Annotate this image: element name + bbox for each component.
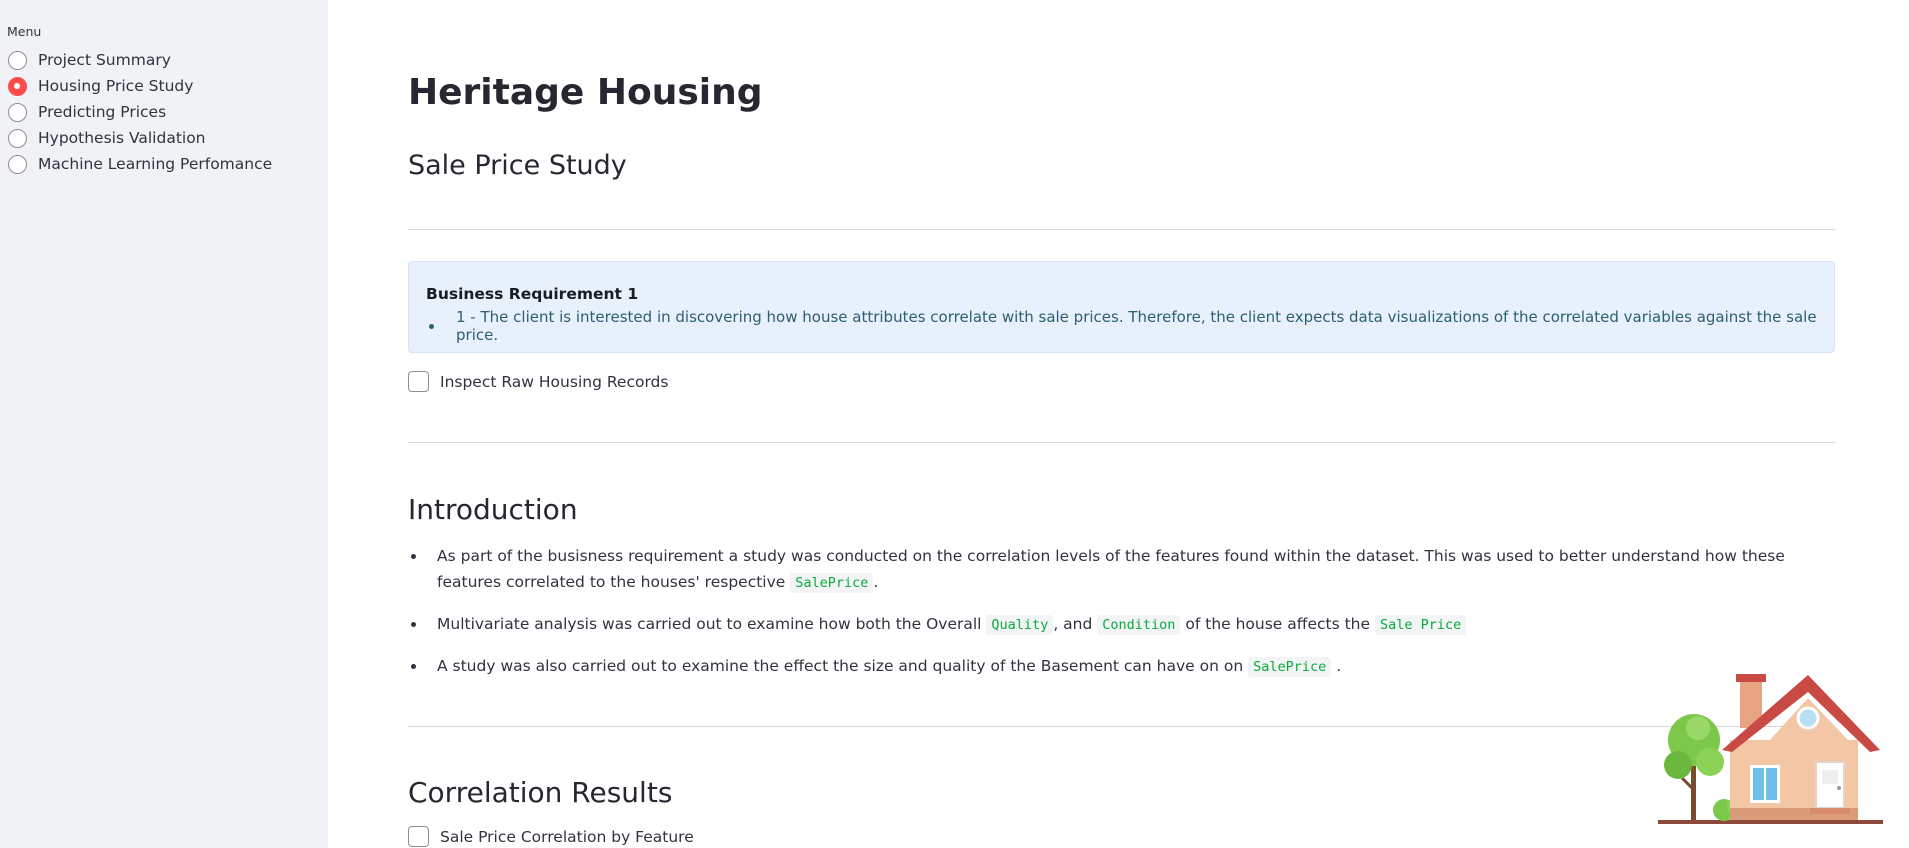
checkbox-label: Sale Price Correlation by Feature: [440, 827, 694, 846]
introduction-heading: Introduction: [408, 493, 578, 526]
menu-item-label: Predicting Prices: [38, 103, 167, 121]
radio-button-icon[interactable]: [8, 128, 27, 148]
list-item-text: A study was also carried out to examine …: [437, 657, 1244, 675]
checkbox-icon[interactable]: [408, 371, 429, 392]
list-item-text: As part of the busisness requirement a s…: [437, 547, 1785, 591]
menu-item-predicting-prices[interactable]: Predicting Prices: [8, 99, 328, 125]
menu-radio-group: Project Summary Housing Price Study Pred…: [8, 47, 328, 177]
introduction-list: As part of the busisness requirement a s…: [408, 543, 1835, 680]
list-item-text: Multivariate analysis was carried out to…: [437, 615, 982, 633]
menu-item-ml-performance[interactable]: Machine Learning Perfomance: [8, 151, 328, 177]
list-item-text: .: [873, 573, 879, 591]
page-title: Heritage Housing: [408, 72, 763, 113]
list-item-text: , and: [1053, 615, 1093, 633]
divider: [408, 229, 1835, 230]
menu-item-hypothesis-validation[interactable]: Hypothesis Validation: [8, 125, 328, 151]
main-content: Heritage Housing Sale Price Study Busine…: [408, 0, 1835, 848]
house-illustration-icon: [1658, 674, 1883, 824]
divider: [408, 726, 1835, 727]
checkbox-label: Inspect Raw Housing Records: [440, 372, 669, 391]
info-box-bullet-text: 1 - The client is interested in discover…: [456, 308, 1817, 344]
code-quality: Quality: [986, 615, 1054, 635]
menu-item-label: Project Summary: [38, 51, 171, 69]
divider: [408, 442, 1835, 443]
menu-item-label: Housing Price Study: [38, 77, 194, 95]
checkbox-icon[interactable]: [408, 826, 429, 847]
list-item-text: .: [1336, 657, 1342, 675]
menu-label: Menu: [7, 24, 42, 39]
sidebar: Menu Project Summary Housing Price Study…: [0, 0, 328, 848]
code-saleprice: SalePrice: [790, 573, 874, 593]
menu-item-project-summary[interactable]: Project Summary: [8, 47, 328, 73]
correlation-results-heading: Correlation Results: [408, 776, 673, 809]
code-sale-price: Sale Price: [1374, 615, 1467, 635]
radio-button-icon[interactable]: [8, 50, 27, 70]
menu-item-label: Machine Learning Perfomance: [38, 155, 273, 173]
menu-item-housing-price-study[interactable]: Housing Price Study: [8, 73, 328, 99]
business-requirement-info-box: Business Requirement 1 1 - The client is…: [408, 261, 1835, 353]
info-box-heading: Business Requirement 1: [426, 285, 639, 303]
list-item-text: of the house affects the: [1185, 615, 1371, 633]
radio-button-icon[interactable]: [8, 154, 27, 174]
code-saleprice: SalePrice: [1248, 657, 1332, 677]
correlation-by-feature-checkbox[interactable]: Sale Price Correlation by Feature: [408, 826, 694, 847]
inspect-raw-records-checkbox[interactable]: Inspect Raw Housing Records: [408, 371, 668, 392]
radio-button-selected-icon[interactable]: [8, 76, 27, 96]
list-item: Multivariate analysis was carried out to…: [408, 611, 1835, 638]
page-subtitle: Sale Price Study: [408, 150, 627, 181]
list-item: As part of the busisness requirement a s…: [408, 543, 1835, 596]
info-box-bullet: 1 - The client is interested in discover…: [426, 308, 1817, 344]
bullet-dot-icon: [429, 323, 434, 329]
radio-button-icon[interactable]: [8, 102, 27, 122]
list-item: A study was also carried out to examine …: [408, 653, 1835, 680]
menu-item-label: Hypothesis Validation: [38, 129, 206, 147]
code-condition: Condition: [1097, 615, 1181, 635]
